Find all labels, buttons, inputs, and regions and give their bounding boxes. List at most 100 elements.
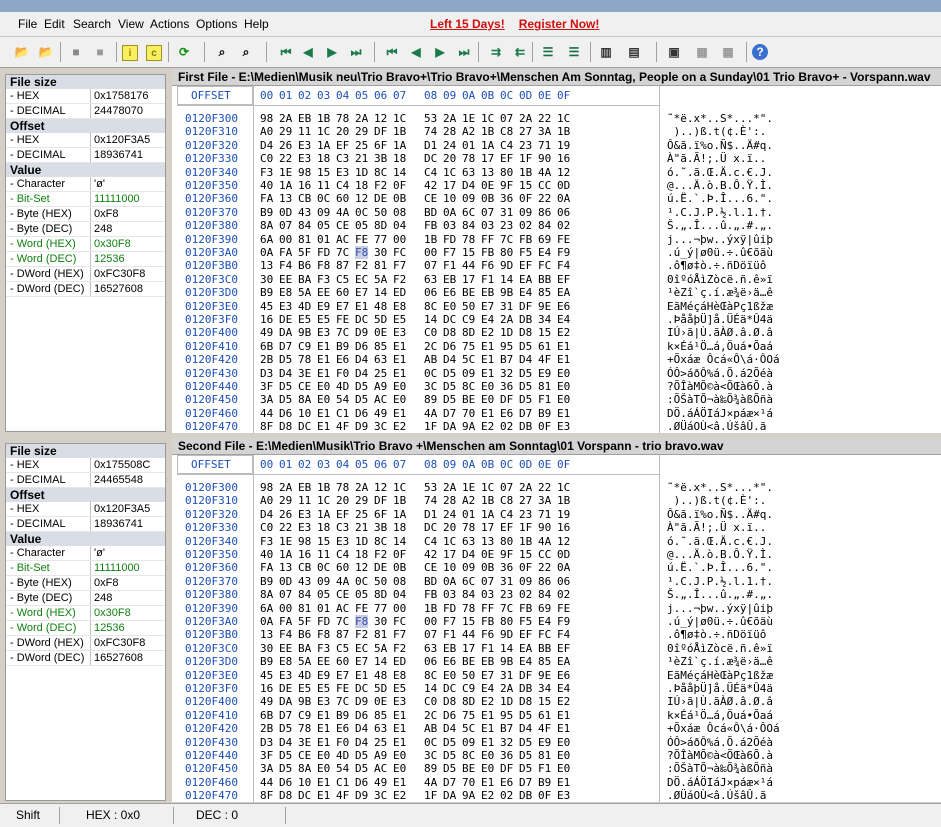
hex-byte[interactable]: F3 [260, 166, 273, 179]
hex-byte[interactable]: 09 [462, 192, 475, 205]
ascii-text[interactable]: ó.˜.ã.Œ.Ä.c.€.J. [667, 166, 773, 179]
hex-byte[interactable]: C9 [462, 313, 475, 326]
hex-byte[interactable]: 0F [519, 561, 532, 574]
hex-byte[interactable]: 0D [557, 548, 570, 561]
hex-byte[interactable]: E2 [481, 789, 494, 802]
hex-byte[interactable]: 2A [279, 481, 292, 494]
hex-byte[interactable]: CE [336, 219, 349, 232]
hex-byte[interactable]: 9B [500, 286, 513, 299]
hex-byte[interactable]: 5A [298, 286, 311, 299]
hex-row[interactable]: 0120F300 98 2A EB 1B 78 2A 12 1C 53 2A 1E 1C 07 2A 22 1C… [177, 481, 941, 494]
hex-row[interactable]: 0120F320 D4 26 E3 1A EF 25 6F 1A D1 24 01 1A C4 23 71 19… [177, 139, 941, 152]
hex-byte[interactable]: F3 [317, 273, 330, 286]
hex-byte[interactable]: 0A [260, 246, 273, 259]
ascii-text[interactable]: ÓÔ>áðÔ%á.Õ.á2Õéà [667, 367, 773, 380]
hex-byte[interactable]: DC [355, 313, 368, 326]
hex-byte[interactable]: E7 [355, 655, 368, 668]
hex-byte[interactable]: 2A [519, 481, 532, 494]
hex-byte[interactable]: FC [393, 246, 406, 259]
hex-byte[interactable]: EE [317, 655, 330, 668]
last-diff-icon[interactable]: ⏭ [346, 42, 366, 62]
hex-byte[interactable]: 1C [317, 125, 330, 138]
hex-byte[interactable]: D5 [443, 367, 456, 380]
hex-byte[interactable]: 5D [374, 682, 387, 695]
hex-byte[interactable]: EA [519, 273, 532, 286]
ascii-text[interactable]: IÚ›ã|Ù.ãÀØ.â.Ø.â [667, 326, 773, 339]
hex-byte[interactable]: E0 [557, 762, 570, 775]
hex-row[interactable]: 0120F300 98 2A EB 1B 78 2A 12 1C 53 2A 1E 1C 07 2A 22 1C… [177, 112, 941, 125]
hex-byte[interactable]: 3C [374, 420, 387, 433]
hex-byte[interactable]: 18 [317, 521, 330, 534]
hex-byte[interactable]: E0 [481, 762, 494, 775]
hex-byte[interactable]: 78 [298, 722, 311, 735]
hex-byte[interactable]: E0 [393, 393, 406, 406]
hex-byte[interactable]: E1 [481, 722, 494, 735]
hex-byte[interactable]: 5A [298, 655, 311, 668]
ascii-text[interactable]: j...¬þw..ýxÿ|ûiþ [667, 602, 773, 615]
hex-byte[interactable]: 49 [260, 326, 273, 339]
hex-byte[interactable]: E1 [481, 709, 494, 722]
ascii-text[interactable]: k×Éá¹Ö…á,Öuá•Õaá [667, 709, 773, 722]
hex-byte[interactable]: 78 [462, 521, 475, 534]
hex-byte[interactable]: 8D [462, 695, 475, 708]
find-icon[interactable]: ⌕ [212, 42, 232, 62]
hex-byte[interactable]: 53 [424, 112, 437, 125]
hex-byte[interactable]: EE [317, 286, 330, 299]
hex-byte[interactable]: 30 [374, 246, 387, 259]
hex-byte[interactable]: E6 [500, 776, 513, 789]
hex-byte[interactable]: 8C [462, 380, 475, 393]
hex-byte[interactable]: 09 [462, 736, 475, 749]
hex-row[interactable]: 0120F3F0 16 DE E5 E5 FE DC 5D E5 14 DC C9 E4 2A DB 34 E4… [177, 682, 941, 695]
last-icon[interactable]: ⏭ [454, 42, 474, 62]
hex-byte[interactable]: EF [500, 152, 513, 165]
hex-byte[interactable]: 25 [374, 736, 387, 749]
copy-icon[interactable]: ▦ [692, 42, 712, 62]
ascii-text[interactable]: )..)ß.t(¢.È':. [667, 494, 767, 507]
hex-byte[interactable]: 70 [462, 776, 475, 789]
hex-byte[interactable]: D5 [519, 380, 532, 393]
hex-byte[interactable]: 9D [500, 259, 513, 272]
hex-byte[interactable]: 7C [336, 615, 349, 628]
hex-byte[interactable]: 98 [260, 481, 273, 494]
hex-byte[interactable]: EB [443, 642, 456, 655]
hex-byte[interactable]: BA [298, 642, 311, 655]
hex-byte[interactable]: 98 [298, 535, 311, 548]
hex-byte[interactable]: DB [519, 682, 532, 695]
hex-byte[interactable]: F1 [538, 393, 551, 406]
hex-byte[interactable]: E1 [317, 789, 330, 802]
hex-byte[interactable]: 7C [336, 326, 349, 339]
hex-byte[interactable]: BE [462, 655, 475, 668]
hex-byte[interactable]: 45 [260, 300, 273, 313]
menu-view[interactable]: View [118, 17, 144, 31]
hex-byte[interactable]: 0A [557, 192, 570, 205]
hex-byte[interactable]: E2 [481, 326, 494, 339]
hex-byte[interactable]: 3A [538, 125, 551, 138]
hex-byte[interactable]: 29 [355, 494, 368, 507]
hex-byte[interactable]: 54 [336, 762, 349, 775]
hex-byte[interactable]: E2 [481, 420, 494, 433]
hex-byte[interactable]: BE [462, 393, 475, 406]
hex-byte[interactable]: D5 [519, 749, 532, 762]
refresh-icon[interactable]: ⟳ [174, 42, 194, 62]
hex-byte[interactable]: BB [538, 642, 551, 655]
hex-row[interactable]: 0120F470 8F D8 DC E1 4F D9 3C E2 1F DA 9A E2 02 DB 0F E3… [177, 789, 941, 802]
hex-byte[interactable]: 09 [519, 206, 532, 219]
hex-byte[interactable]: CE [336, 588, 349, 601]
hex-byte[interactable]: D4 [279, 367, 292, 380]
hex-byte[interactable]: F0 [336, 736, 349, 749]
hex-byte[interactable]: DF [519, 300, 532, 313]
hex-byte[interactable]: 14 [374, 655, 387, 668]
ascii-text[interactable]: 0îºóÅìZòcë.ñ.ê»ï [667, 642, 773, 655]
hex-byte[interactable]: 12 [557, 166, 570, 179]
hex-byte[interactable]: 6F [374, 139, 387, 152]
menu-search[interactable]: Search [73, 17, 111, 31]
hex-byte[interactable]: 00 [393, 602, 406, 615]
hex-byte[interactable]: 05 [317, 219, 330, 232]
hex-byte[interactable]: 81 [538, 749, 551, 762]
hex-byte[interactable]: 24 [443, 508, 456, 521]
hex-byte[interactable]: 4A [424, 776, 437, 789]
hex-byte[interactable]: D7 [279, 340, 292, 353]
hex-byte[interactable]: 84 [538, 219, 551, 232]
hex-byte[interactable]: 8D [374, 219, 387, 232]
hex-byte[interactable]: C3 [336, 152, 349, 165]
